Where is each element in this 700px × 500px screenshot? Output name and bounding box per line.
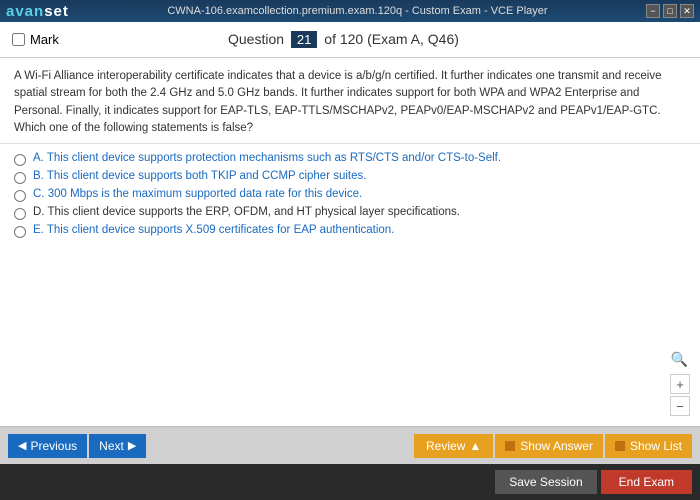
radio-d[interactable] (14, 208, 26, 220)
answer-text-b: B. This client device supports both TKIP… (33, 170, 366, 182)
show-list-button[interactable]: Show List (605, 434, 692, 458)
close-button[interactable]: ✕ (680, 4, 694, 18)
show-list-icon (615, 441, 625, 451)
main-content: A Wi-Fi Alliance interoperability certif… (0, 58, 700, 426)
zoom-in-button[interactable]: + (670, 374, 690, 394)
maximize-button[interactable]: □ (663, 4, 677, 18)
question-body: A Wi-Fi Alliance interoperability certif… (0, 58, 700, 144)
question-total: of 120 (Exam A, Q46) (324, 31, 459, 47)
next-button[interactable]: Next ▶ (89, 434, 146, 458)
review-label: Review (426, 439, 465, 453)
show-list-label: Show List (630, 439, 682, 453)
previous-label: Previous (30, 439, 77, 453)
answer-text-c: C. 300 Mbps is the maximum supported dat… (33, 188, 362, 200)
bottom-end-bar: Save Session End Exam (0, 464, 700, 500)
review-button[interactable]: Review ▲ (414, 434, 493, 458)
answer-option-e[interactable]: E. This client device supports X.509 cer… (14, 224, 686, 238)
show-answer-button[interactable]: Show Answer (495, 434, 603, 458)
answers-area: A. This client device supports protectio… (0, 144, 700, 426)
end-exam-button[interactable]: End Exam (601, 470, 692, 494)
show-answer-label: Show Answer (520, 439, 593, 453)
previous-button[interactable]: ◀ Previous (8, 434, 87, 458)
radio-e[interactable] (14, 226, 26, 238)
title-bar: avanset CWNA-106.examcollection.premium.… (0, 0, 700, 22)
window-controls[interactable]: − □ ✕ (646, 4, 694, 18)
mark-checkbox[interactable] (12, 33, 25, 46)
logo: avanset (6, 3, 69, 20)
question-text: A Wi-Fi Alliance interoperability certif… (14, 68, 686, 137)
question-number-box: 21 (291, 31, 317, 48)
radio-b[interactable] (14, 172, 26, 184)
zoom-out-button[interactable]: − (670, 396, 690, 416)
previous-arrow-icon: ◀ (18, 439, 26, 452)
review-arrow-icon: ▲ (469, 439, 481, 453)
show-answer-icon (505, 441, 515, 451)
nav-left: ◀ Previous Next ▶ (8, 434, 146, 458)
radio-c[interactable] (14, 190, 26, 202)
window-title: CWNA-106.examcollection.premium.exam.120… (69, 5, 646, 17)
answer-text-a: A. This client device supports protectio… (33, 152, 501, 164)
radio-a[interactable] (14, 154, 26, 166)
minimize-button[interactable]: − (646, 4, 660, 18)
answer-text-d: D. This client device supports the ERP, … (33, 206, 460, 218)
question-number-display: Question 21 of 120 (Exam A, Q46) (59, 31, 628, 48)
question-header: Mark Question 21 of 120 (Exam A, Q46) (0, 22, 700, 58)
question-label: Question (228, 31, 284, 47)
content-inner: A Wi-Fi Alliance interoperability certif… (0, 58, 700, 426)
save-session-button[interactable]: Save Session (495, 470, 596, 494)
next-label: Next (99, 439, 124, 453)
zoom-controls: + − (670, 374, 690, 416)
answer-text-e: E. This client device supports X.509 cer… (33, 224, 394, 236)
answer-option-b[interactable]: B. This client device supports both TKIP… (14, 170, 686, 184)
mark-label: Mark (30, 32, 59, 47)
answer-option-d[interactable]: D. This client device supports the ERP, … (14, 206, 686, 220)
next-arrow-icon: ▶ (128, 439, 136, 452)
answer-option-c[interactable]: C. 300 Mbps is the maximum supported dat… (14, 188, 686, 202)
answer-option-a[interactable]: A. This client device supports protectio… (14, 152, 686, 166)
nav-right: Review ▲ Show Answer Show List (414, 434, 692, 458)
mark-area[interactable]: Mark (12, 32, 59, 47)
search-icon: 🔍 (671, 351, 688, 368)
bottom-nav: ◀ Previous Next ▶ Review ▲ Show Answer S… (0, 426, 700, 464)
